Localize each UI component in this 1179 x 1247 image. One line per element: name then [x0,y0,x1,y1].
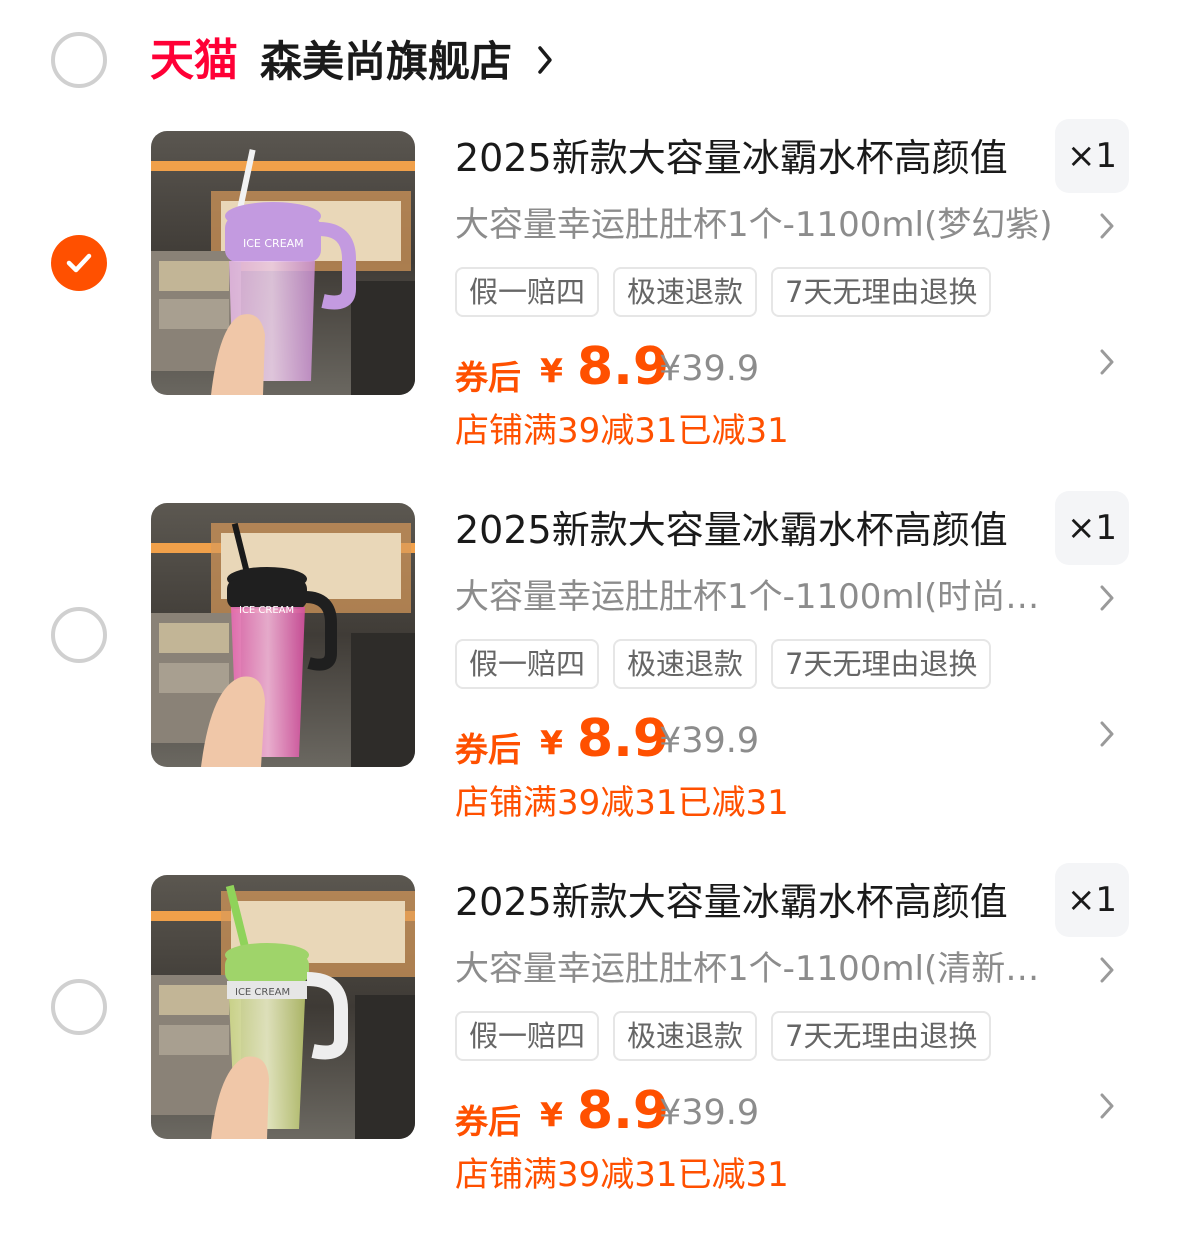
service-tags: 假一赔四 极速退款 7天无理由退换 [455,639,992,689]
service-tags: 假一赔四 极速退款 7天无理由退换 [455,1011,992,1061]
after-coupon-label: 券后 [455,730,521,769]
final-price: 8.9 [577,709,670,769]
currency-symbol: ¥ [540,351,563,390]
item-select-radio[interactable] [51,979,107,1035]
store-select-radio[interactable] [51,32,107,88]
tag-fake-compensation: 假一赔四 [455,1011,600,1061]
product-image[interactable]: ICE CREAM [151,131,415,395]
chevron-right-icon[interactable] [1100,349,1114,375]
chevron-right-icon[interactable] [1100,721,1114,747]
original-price: ¥39.9 [659,349,760,389]
store-promo: 店铺满39减31已减31 [455,411,789,451]
tag-fast-refund: 极速退款 [613,267,758,317]
chevron-right-icon[interactable] [1100,1093,1114,1119]
store-promo: 店铺满39减31已减31 [455,1155,789,1195]
tag-fake-compensation: 假一赔四 [455,267,600,317]
tag-fast-refund: 极速退款 [613,1011,758,1061]
tag-7day-return: 7天无理由退换 [771,639,992,689]
final-price: 8.9 [577,1081,670,1141]
tag-7day-return: 7天无理由退换 [771,1011,992,1061]
product-image[interactable]: ICE CREAM [151,875,415,1139]
product-print-text: ICE CREAM [243,237,304,250]
after-coupon-label: 券后 [455,358,521,397]
cart-item: ICE CREAM 2025新款大容量冰霸水杯高颜值 ×1 大容量幸运肚肚杯1个… [0,119,1179,503]
tag-7day-return: 7天无理由退换 [771,267,992,317]
cart-item: ICE CREAM 2025新款大容量冰霸水杯高颜值 ×1 大容量幸运肚肚杯1个… [0,491,1179,875]
quantity-button[interactable]: ×1 [1055,119,1129,193]
product-title[interactable]: 2025新款大容量冰霸水杯高颜值 [455,133,1008,183]
chevron-right-icon[interactable] [1100,585,1114,611]
product-image[interactable]: ICE CREAM [151,503,415,767]
product-print-text: ICE CREAM [239,605,294,616]
sku-selector[interactable]: 大容量幸运肚肚杯1个-1100ml(清新… [455,947,1065,991]
tmall-logo: 天猫 [150,35,238,86]
tag-fake-compensation: 假一赔四 [455,639,600,689]
currency-symbol: ¥ [540,1095,563,1134]
chevron-right-icon[interactable] [1100,213,1114,239]
cart-item: ICE CREAM 2025新款大容量冰霸水杯高颜值 ×1 大容量幸运肚肚杯1个… [0,863,1179,1247]
service-tags: 假一赔四 极速退款 7天无理由退换 [455,267,992,317]
store-name[interactable]: 森美尚旗舰店 [260,36,512,88]
tag-fast-refund: 极速退款 [613,639,758,689]
sku-selector[interactable]: 大容量幸运肚肚杯1个-1100ml(时尚… [455,575,1065,619]
final-price: 8.9 [577,337,670,397]
check-icon [66,253,92,273]
currency-symbol: ¥ [540,723,563,762]
store-header: 天猫 森美尚旗舰店 [0,0,1179,124]
quantity-button[interactable]: ×1 [1055,491,1129,565]
product-title[interactable]: 2025新款大容量冰霸水杯高颜值 [455,505,1008,555]
original-price: ¥39.9 [659,721,760,761]
product-print-text: ICE CREAM [235,987,290,998]
quantity-button[interactable]: ×1 [1055,863,1129,937]
item-select-radio[interactable] [51,607,107,663]
original-price: ¥39.9 [659,1093,760,1133]
sku-selector[interactable]: 大容量幸运肚肚杯1个-1100ml(梦幻紫) [455,203,1065,247]
store-promo: 店铺满39减31已减31 [455,783,789,823]
item-select-radio[interactable] [51,235,107,291]
chevron-right-icon[interactable] [537,45,553,75]
after-coupon-label: 券后 [455,1102,521,1141]
product-title[interactable]: 2025新款大容量冰霸水杯高颜值 [455,877,1008,927]
chevron-right-icon[interactable] [1100,957,1114,983]
